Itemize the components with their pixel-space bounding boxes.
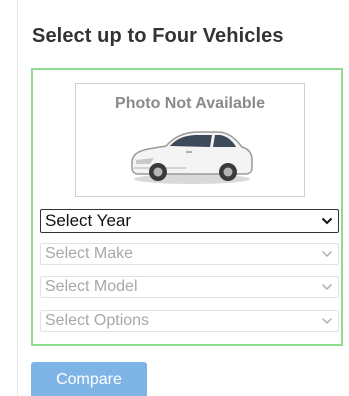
select-model-dropdown[interactable]: Select Model <box>40 276 339 298</box>
vehicle-compare-panel: Select up to Four Vehicles Photo Not Ava… <box>17 0 349 396</box>
select-make-dropdown[interactable]: Select Make <box>40 243 339 265</box>
panel-title: Select up to Four Vehicles <box>32 25 284 47</box>
vehicle-slot: Photo Not Available Select Year Select M… <box>31 68 343 346</box>
select-options-label: Select Options <box>45 312 150 329</box>
select-make-label: Select Make <box>45 245 134 262</box>
car-icon <box>131 131 253 184</box>
photo-caption: Photo Not Available <box>115 95 265 112</box>
select-year-label: Select Year <box>45 211 132 230</box>
chevron-down-icon <box>321 317 333 325</box>
select-options-dropdown[interactable]: Select Options <box>40 310 339 332</box>
compare-button[interactable]: Compare <box>31 362 147 396</box>
chevron-down-icon <box>321 283 333 291</box>
select-year-dropdown[interactable]: Select Year <box>40 209 339 233</box>
select-model-label: Select Model <box>45 278 138 295</box>
vehicle-photo-placeholder: Photo Not Available <box>75 83 305 197</box>
chevron-down-icon <box>321 250 333 258</box>
chevron-down-icon <box>321 217 333 225</box>
